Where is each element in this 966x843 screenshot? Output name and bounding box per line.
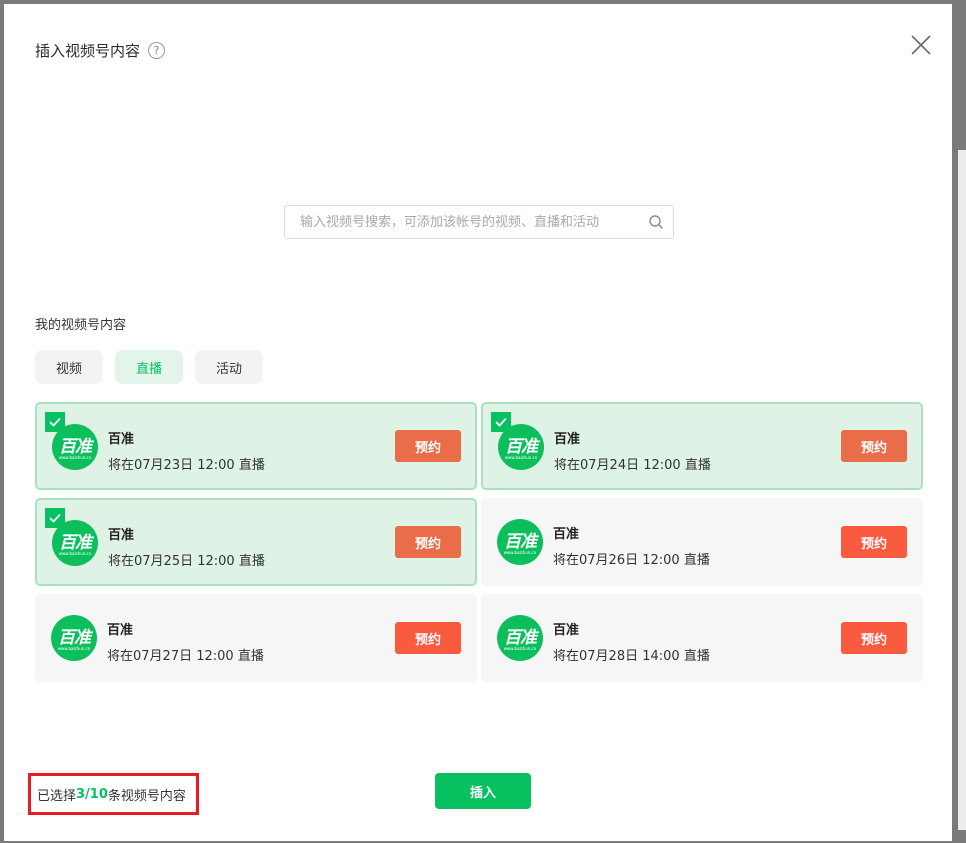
reserve-button[interactable]: 预约 [395,430,461,462]
avatar-logo-text: 百准 [58,628,91,648]
selected-count-prefix: 已选择 [37,788,77,804]
help-icon[interactable]: ? [148,42,166,59]
card-schedule: 将在07月25日 12:00 直播 [108,554,265,569]
card-account-name: 百准 [553,623,580,638]
selected-count: 已选择 3/10 条视频号内容 [28,773,199,815]
card-account-name: 百准 [108,528,135,543]
card-account-name: 百准 [108,432,135,447]
insert-button[interactable]: 插入 [435,773,531,809]
live-card[interactable]: 百准 www.baizhun.cn 百准 将在07月26日 12:00 直播 预约 [481,498,923,586]
reserve-button[interactable]: 预约 [395,526,461,558]
avatar-logo-text: 百准 [504,532,537,552]
avatar: 百准 www.baizhun.cn [497,615,543,661]
avatar-logo-text: 百准 [505,437,538,457]
tab-event[interactable]: 活动 [195,350,263,384]
reserve-button[interactable]: 预约 [841,622,907,654]
reserve-button[interactable]: 预约 [395,622,461,654]
avatar-logo-sub: www.baizhun.cn [57,646,91,651]
search-input[interactable] [285,206,639,238]
search-box [284,205,674,239]
card-schedule: 将在07月26日 12:00 直播 [553,553,710,568]
avatar: 百准 www.baizhun.cn [52,424,98,470]
live-card[interactable]: 百准 www.baizhun.cn 百准 将在07月24日 12:00 直播 预约 [481,402,923,490]
card-account-name: 百准 [554,432,581,447]
avatar-logo-sub: www.baizhun.cn [58,551,92,556]
reserve-button[interactable]: 预约 [841,526,907,558]
close-icon[interactable] [908,32,934,58]
live-card[interactable]: 百准 www.baizhun.cn 百准 将在07月28日 14:00 直播 预约 [481,594,923,682]
selected-count-suffix: 条视频号内容 [107,788,186,804]
tab-live[interactable]: 直播 [115,350,183,384]
card-schedule: 将在07月24日 12:00 直播 [554,458,711,473]
card-account-name: 百准 [553,527,580,542]
card-schedule: 将在07月28日 14:00 直播 [553,649,710,664]
avatar-logo-sub: www.baizhun.cn [503,550,537,555]
insert-channel-content-dialog: 插入视频号内容 ? 我的视频号内容 视频 直播 活动 百准www.baizhun… [4,4,952,841]
live-card[interactable]: 百准 www.baizhun.cn 百准 将在07月25日 12:00 直播 预约 [35,498,477,586]
avatar: 百准 www.baizhun.cn [52,520,98,566]
avatar-logo-text: 百准 [504,628,537,648]
avatar: 百准 www.baizhun.cn [498,424,544,470]
content-type-tabs: 视频 直播 活动 [35,350,263,384]
card-account-name: 百准 [107,623,134,638]
avatar-logo-sub: www.baizhun.cn [503,646,537,651]
dialog-title-text: 插入视频号内容 [35,42,141,60]
live-card-grid: 百准 www.baizhun.cn 百准 将在07月23日 12:00 直播 预约 百准 w… [35,402,925,682]
card-schedule: 将在07月27日 12:00 直播 [107,649,264,664]
avatar: 百准 www.baizhun.cn [497,519,543,565]
avatar-logo-text: 百准 [59,533,92,553]
selected-count-number: 3/10 [76,786,108,802]
card-schedule: 将在07月23日 12:00 直播 [108,458,265,473]
avatar-logo-sub: www.baizhun.cn [58,455,92,460]
dialog-title: 插入视频号内容 ? [35,40,166,61]
live-card[interactable]: 百准 www.baizhun.cn 百准 将在07月23日 12:00 直播 预约 [35,402,477,490]
reserve-button[interactable]: 预约 [841,430,907,462]
search-icon[interactable] [639,214,673,230]
avatar-logo-text: 百准 [59,437,92,457]
section-label: 我的视频号内容 [35,318,127,333]
tab-video[interactable]: 视频 [35,350,103,384]
avatar: 百准 www.baizhun.cn [51,615,97,661]
live-card[interactable]: 百准 www.baizhun.cn 百准 将在07月27日 12:00 直播 预约 [35,594,477,682]
avatar-logo-sub: www.baizhun.cn [504,455,538,460]
background-scrollbar [958,150,966,830]
